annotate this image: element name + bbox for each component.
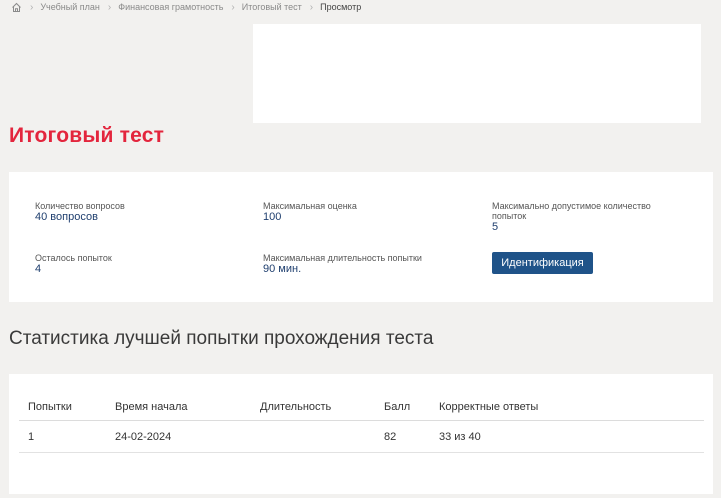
max-attempts: Максимально допустимое количество попыто…	[492, 201, 682, 234]
max-score-label: Максимальная оценка	[263, 201, 357, 211]
column-header-duration: Длительность	[251, 394, 375, 421]
chevron-right-icon: ›	[107, 1, 112, 13]
identification-button[interactable]: Идентификация	[492, 252, 593, 274]
max-score-value: 100	[263, 211, 282, 223]
banner-placeholder	[253, 24, 701, 123]
max-score: Максимальная оценка 100	[263, 201, 357, 224]
home-icon[interactable]	[11, 2, 22, 13]
questions-count: Количество вопросов 40 вопросов	[35, 201, 125, 224]
table-row: 1 24-02-2024 82 33 из 40	[19, 420, 704, 453]
max-attempts-label: Максимально допустимое количество попыто…	[492, 201, 651, 221]
breadcrumb-item-plan[interactable]: Учебный план	[40, 2, 100, 12]
max-duration: Максимальная длительность попытки 90 мин…	[263, 253, 422, 276]
stats-table: Попытки Время начала Длительность Балл К…	[19, 394, 704, 453]
questions-count-label: Количество вопросов	[35, 201, 125, 211]
cell-score: 82	[375, 420, 430, 453]
cell-attempt: 1	[19, 420, 106, 453]
column-header-start-time: Время начала	[106, 394, 251, 421]
questions-count-value: 40 вопросов	[35, 211, 98, 223]
page-title: Итоговый тест	[9, 124, 165, 147]
stats-section-title: Статистика лучшей попытки прохождения те…	[9, 328, 434, 349]
test-info-card: Количество вопросов 40 вопросов Максимал…	[9, 172, 713, 302]
cell-duration	[251, 420, 375, 453]
max-attempts-value: 5	[492, 221, 499, 233]
breadcrumb-item-test[interactable]: Итоговый тест	[242, 2, 302, 12]
cell-correct: 33 из 40	[430, 420, 704, 453]
column-header-attempts: Попытки	[19, 394, 106, 421]
attempts-left-value: 4	[35, 263, 42, 275]
cell-start-time: 24-02-2024	[106, 420, 251, 453]
chevron-right-icon: ›	[231, 1, 235, 13]
attempts-left-label: Осталось попыток	[35, 253, 112, 263]
breadcrumb-item-current: Просмотр	[320, 2, 362, 12]
column-header-correct: Корректные ответы	[430, 394, 704, 421]
column-header-score: Балл	[375, 394, 430, 421]
chevron-right-icon: ›	[30, 1, 34, 13]
table-header-row: Попытки Время начала Длительность Балл К…	[19, 394, 704, 421]
stats-card: Попытки Время начала Длительность Балл К…	[9, 374, 713, 494]
chevron-right-icon: ›	[309, 1, 314, 13]
breadcrumb-item-course[interactable]: Финансовая грамотность	[118, 2, 223, 12]
max-duration-value: 90 мин.	[263, 263, 302, 275]
max-duration-label: Максимальная длительность попытки	[263, 253, 422, 263]
attempts-left: Осталось попыток 4	[35, 253, 112, 276]
breadcrumb: › Учебный план › Финансовая грамотность …	[11, 0, 361, 14]
